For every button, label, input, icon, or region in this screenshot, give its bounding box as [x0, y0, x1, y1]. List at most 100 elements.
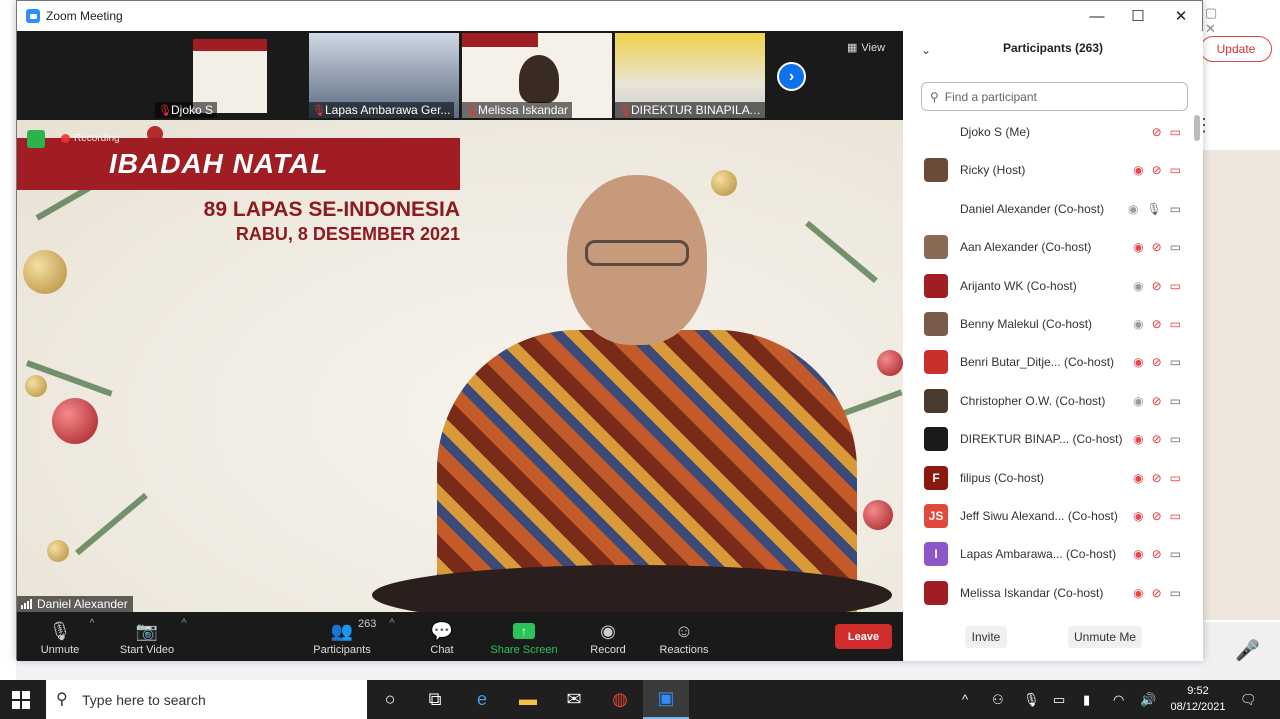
task-view-icon[interactable]: ⧉	[412, 680, 458, 719]
participants-options-caret[interactable]: ^	[385, 612, 399, 661]
thumbnail-label: DIREKTUR BINAPILAT...	[631, 103, 765, 117]
zoom-taskbar-icon[interactable]: ▣	[643, 680, 689, 719]
participants-label: Participants	[313, 644, 371, 656]
update-button[interactable]: Update	[1200, 36, 1272, 62]
muted-microphone-icon: 🎙	[48, 620, 72, 641]
participant-name: Ricky (Host)	[960, 163, 1026, 178]
reactions-icon: ☺	[674, 620, 694, 641]
reactions-button[interactable]: ☺ Reactions	[657, 612, 711, 661]
view-button[interactable]: ▦ View	[847, 41, 885, 55]
minimize-button[interactable]: —	[1075, 1, 1119, 31]
video-options-caret[interactable]: ^	[177, 612, 191, 661]
taskbar-search[interactable]: ⚲ Type here to search	[46, 680, 367, 719]
camera-off-icon: ▭	[1169, 163, 1181, 178]
thumbnail-video[interactable]: 🎙 DIREKTUR BINAPILAT...	[615, 33, 765, 118]
participant-row[interactable]: Benny Malekul (Co-host) ◉ ⊘ ▭	[903, 305, 1203, 343]
scrollbar-thumb[interactable]	[1194, 115, 1200, 141]
start-video-label: Start Video	[119, 644, 175, 656]
windows-start-button[interactable]	[12, 691, 30, 709]
participant-row[interactable]: Aan Alexander (Co-host) ◉ ⊘ ▭	[903, 228, 1203, 266]
participant-list: Djoko S (Me) ⊘ ▭ Ricky (Host) ◉ ⊘ ▭ Daniel Alex…	[903, 113, 1203, 613]
taskbar-clock[interactable]: 9:52 08/12/2021	[1168, 683, 1228, 715]
volume-icon[interactable]: 🔊	[1140, 680, 1156, 719]
wifi-icon[interactable]: ◠	[1113, 680, 1124, 719]
camera-off-icon: ▭	[1169, 278, 1181, 293]
leave-button[interactable]: Leave	[835, 624, 892, 649]
muted-mic-icon: ⊘	[1151, 163, 1162, 178]
tray-overflow-icon[interactable]: ^	[962, 680, 968, 719]
battery-icon[interactable]: ▮	[1083, 680, 1090, 719]
unmute-label: Unmute	[40, 644, 80, 656]
camera-icon: ▭	[1169, 393, 1181, 408]
participant-row[interactable]: Ricky (Host) ◉ ⊘ ▭	[903, 151, 1203, 189]
cortana-icon[interactable]: ○	[367, 680, 413, 719]
unmute-button[interactable]: 🎙 Unmute	[35, 612, 85, 661]
audio-options-caret[interactable]: ^	[85, 612, 99, 661]
participant-row[interactable]: Benri Butar_Ditje... (Co-host) ◉ ⊘ ▭	[903, 343, 1203, 381]
thumbnail-video[interactable]: 🎙 Lapas Ambarawa Ger...	[309, 33, 459, 118]
muted-mic-icon: 🎙	[312, 105, 326, 117]
participant-search[interactable]: ⚲	[921, 82, 1188, 111]
participants-icon: 👥	[330, 620, 354, 641]
participant-row[interactable]: I Lapas Ambarawa... (Co-host) ◉ ⊘ ▭	[903, 535, 1203, 573]
chat-button[interactable]: 💬 Chat	[422, 612, 462, 661]
microphone-icon: 🎙	[1146, 201, 1162, 216]
participant-scrollbar[interactable]	[1194, 115, 1200, 615]
participant-row[interactable]: Christopher O.W. (Co-host) ◉ ⊘ ▭	[903, 382, 1203, 420]
zoom-window: Zoom Meeting — ☐ ✕ 🎙 Djoko S 🎙 Lapas Ambar…	[16, 0, 1203, 661]
caret-up-icon: ^	[89, 618, 95, 629]
meet-now-icon[interactable]: ⚇	[992, 680, 1004, 719]
speaker-name-tag: Daniel Alexander	[17, 596, 133, 612]
invite-button[interactable]: Invite	[965, 626, 1007, 648]
chrome-icon[interactable]: ◍	[597, 680, 643, 719]
meeting-toolbar: 🎙 Unmute ^ 📷 Start Video ^ 👥 Participant…	[17, 612, 903, 661]
caret-up-icon: ^	[389, 618, 395, 629]
thumbnail-video[interactable]: 🎙 Djoko S	[155, 33, 305, 118]
participant-row[interactable]: Daniel Alexander (Co-host) ◉ 🎙 ▭	[903, 190, 1203, 228]
file-explorer-icon[interactable]: ▬	[505, 680, 551, 719]
reactions-label: Reactions	[659, 644, 709, 656]
participant-row[interactable]: JS Jeff Siwu Alexand... (Co-host) ◉ ⊘ ▭	[903, 497, 1203, 535]
unmute-me-button[interactable]: Unmute Me	[1068, 626, 1142, 648]
security-shield-icon[interactable]	[27, 130, 45, 148]
participant-name: Aan Alexander (Co-host)	[960, 240, 1092, 255]
camera-icon: ▭	[1169, 240, 1181, 255]
notifications-icon[interactable]: 🗨	[1240, 680, 1257, 719]
microphone-tray-icon[interactable]: 🎙	[1023, 680, 1040, 719]
close-button[interactable]: ✕	[1159, 1, 1203, 31]
event-banner-title: IBADAH NATAL	[17, 138, 460, 190]
mail-icon[interactable]: ✉	[551, 680, 597, 719]
thumbnail-label: Melissa Iskandar	[478, 103, 569, 117]
window-title: Zoom Meeting	[46, 9, 123, 23]
muted-mic-icon: ⊘	[1151, 470, 1162, 485]
record-button[interactable]: ◉ Record	[585, 612, 631, 661]
clock-time: 9:52	[1187, 685, 1209, 697]
participant-name: Melissa Iskandar (Co-host)	[960, 585, 1104, 600]
thumbnail-video[interactable]: 🎙 Melissa Iskandar	[462, 33, 612, 118]
avatar	[924, 158, 948, 183]
participant-row[interactable]: Ffilipus (Co-host) ◉ ⊘ ▭	[903, 459, 1203, 497]
speaker-name: Daniel Alexander	[37, 597, 128, 611]
record-label: Record	[590, 644, 626, 656]
microphone-icon[interactable]: 🎤	[1235, 638, 1260, 663]
avatar	[924, 196, 948, 221]
share-screen-button[interactable]: ↑ Share Screen	[489, 612, 559, 661]
next-page-button[interactable]: ›	[777, 62, 806, 91]
participant-row[interactable]: Djoko S (Me) ⊘ ▭	[903, 113, 1203, 151]
share-screen-icon: ↑	[513, 623, 535, 639]
maximize-button[interactable]: ☐	[1116, 1, 1160, 31]
recording-status-icon: ◉	[1133, 470, 1144, 485]
participant-count: 263	[358, 618, 377, 630]
participant-row[interactable]: Arijanto WK (Co-host) ◉ ⊘ ▭	[903, 267, 1203, 305]
recording-label: Recording	[74, 133, 120, 144]
edge-icon[interactable]: e	[459, 680, 505, 719]
thumbnail-label: Djoko S	[171, 103, 214, 117]
search-input[interactable]	[944, 89, 1165, 104]
avatar: JS	[924, 504, 948, 528]
taskbar: ⚲ Type here to search ○ ⧉ e ▬ ✉ ◍ ▣ ^ ⚇ …	[0, 680, 1280, 719]
display-icon[interactable]: ▭	[1053, 680, 1065, 719]
participant-row[interactable]: Melissa Iskandar (Co-host) ◉ ⊘ ▭	[903, 574, 1203, 612]
start-video-button[interactable]: 📷 Start Video	[113, 612, 181, 661]
muted-mic-icon: ⊘	[1151, 355, 1162, 370]
participant-row[interactable]: DIREKTUR BINAP... (Co-host) ◉ ⊘ ▭	[903, 420, 1203, 458]
